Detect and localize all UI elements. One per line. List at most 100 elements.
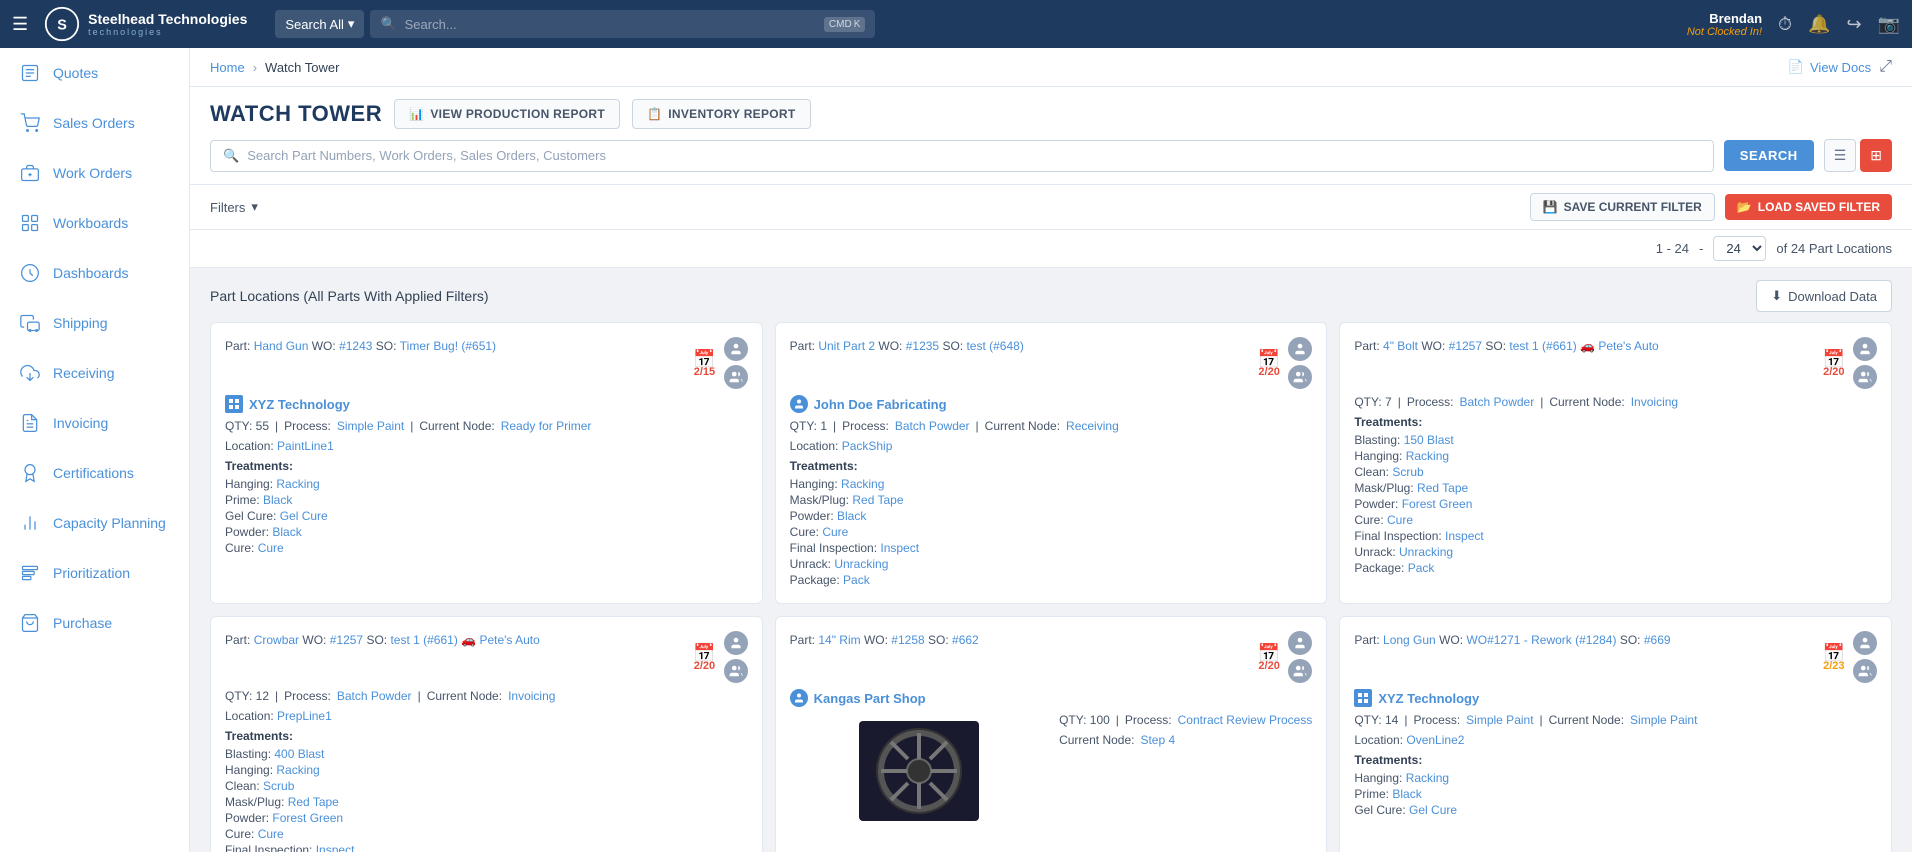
treatment-link[interactable]: Racking bbox=[841, 477, 884, 491]
treatment-link[interactable]: Racking bbox=[276, 477, 319, 491]
avatar-assign[interactable] bbox=[1853, 631, 1877, 655]
so-link[interactable]: test 1 (#661) bbox=[1509, 339, 1576, 353]
treatment-link[interactable]: 150 Blast bbox=[1404, 433, 1454, 447]
location-link[interactable]: PrepLine1 bbox=[277, 709, 332, 723]
inventory-report-button[interactable]: 📋 INVENTORY REPORT bbox=[632, 99, 811, 129]
treatment-link[interactable]: Cure bbox=[258, 827, 284, 841]
clock-icon[interactable]: ⏱ bbox=[1778, 14, 1792, 35]
node-link[interactable]: Step 4 bbox=[1140, 733, 1175, 747]
so-link[interactable]: Timer Bug! (#651) bbox=[400, 339, 496, 353]
treatment-link[interactable]: Unracking bbox=[834, 557, 888, 571]
node-link[interactable]: Ready for Primer bbox=[501, 419, 592, 433]
wo-link[interactable]: #1257 bbox=[330, 633, 363, 647]
wo-link[interactable]: #1258 bbox=[891, 633, 924, 647]
so-link[interactable]: #662 bbox=[952, 633, 979, 647]
part-name-link[interactable]: Unit Part 2 bbox=[818, 339, 875, 353]
breadcrumb-home[interactable]: Home bbox=[210, 60, 245, 75]
global-search-input[interactable] bbox=[405, 17, 816, 32]
treatment-link[interactable]: Forest Green bbox=[1402, 497, 1473, 511]
expand-button[interactable]: ⤢ bbox=[1879, 58, 1892, 76]
sidebar-item-sales-orders[interactable]: Sales Orders bbox=[0, 98, 189, 148]
treatment-link[interactable]: 400 Blast bbox=[274, 747, 324, 761]
avatar-group[interactable] bbox=[1288, 659, 1312, 683]
camera-icon[interactable]: 📷 bbox=[1878, 14, 1900, 35]
filters-button[interactable]: Filters ▾ bbox=[210, 199, 258, 215]
treatment-link[interactable]: Black bbox=[263, 493, 292, 507]
company-top-link[interactable]: Pete's Auto bbox=[1598, 339, 1658, 353]
treatment-link[interactable]: Red Tape bbox=[852, 493, 903, 507]
bell-icon[interactable]: 🔔 bbox=[1808, 14, 1830, 35]
node-link[interactable]: Receiving bbox=[1066, 419, 1119, 433]
treatment-link[interactable]: Black bbox=[1392, 787, 1421, 801]
treatment-link[interactable]: Inspect bbox=[316, 843, 355, 852]
treatment-link[interactable]: Gel Cure bbox=[280, 509, 328, 523]
sidebar-item-invoicing[interactable]: Invoicing bbox=[0, 398, 189, 448]
watch-tower-search-input[interactable] bbox=[247, 148, 1701, 163]
treatment-link[interactable]: Unracking bbox=[1399, 545, 1453, 559]
process-link[interactable]: Batch Powder bbox=[1460, 395, 1535, 409]
treatment-link[interactable]: Inspect bbox=[880, 541, 919, 555]
company-name-link[interactable]: John Doe Fabricating bbox=[814, 397, 947, 412]
sidebar-item-capacity-planning[interactable]: Capacity Planning bbox=[0, 498, 189, 548]
treatment-link[interactable]: Black bbox=[837, 509, 866, 523]
treatment-link[interactable]: Pack bbox=[1408, 561, 1435, 575]
sidebar-item-dashboards[interactable]: Dashboards bbox=[0, 248, 189, 298]
hamburger-menu[interactable]: ☰ bbox=[12, 14, 28, 35]
treatment-link[interactable]: Red Tape bbox=[1417, 481, 1468, 495]
part-name-link[interactable]: Hand Gun bbox=[254, 339, 309, 353]
treatment-link[interactable]: Forest Green bbox=[272, 811, 343, 825]
avatar-group[interactable] bbox=[724, 659, 748, 683]
wo-link[interactable]: #1243 bbox=[339, 339, 372, 353]
avatar-group[interactable] bbox=[724, 365, 748, 389]
avatar-group[interactable] bbox=[1853, 365, 1877, 389]
treatment-link[interactable]: Pack bbox=[843, 573, 870, 587]
so-link[interactable]: test (#648) bbox=[966, 339, 1023, 353]
so-link[interactable]: #669 bbox=[1644, 633, 1671, 647]
treatment-link[interactable]: Racking bbox=[276, 763, 319, 777]
treatment-link[interactable]: Scrub bbox=[263, 779, 294, 793]
logout-icon[interactable]: ↪ bbox=[1846, 14, 1861, 35]
treatment-link[interactable]: Scrub bbox=[1392, 465, 1423, 479]
avatar-assign[interactable] bbox=[724, 631, 748, 655]
location-link[interactable]: OvenLine2 bbox=[1406, 733, 1464, 747]
location-link[interactable]: PaintLine1 bbox=[277, 439, 334, 453]
treatment-link[interactable]: Racking bbox=[1406, 449, 1449, 463]
node-link[interactable]: Invoicing bbox=[1631, 395, 1678, 409]
download-data-button[interactable]: ⬇ Download Data bbox=[1756, 280, 1892, 312]
avatar-group[interactable] bbox=[1288, 365, 1312, 389]
sidebar-item-receiving[interactable]: Receiving bbox=[0, 348, 189, 398]
location-link[interactable]: PackShip bbox=[842, 439, 893, 453]
avatar-assign[interactable] bbox=[1288, 337, 1312, 361]
part-name-link[interactable]: Crowbar bbox=[254, 633, 299, 647]
avatar-assign[interactable] bbox=[1853, 337, 1877, 361]
treatment-link[interactable]: Black bbox=[272, 525, 301, 539]
treatment-link[interactable]: Inspect bbox=[1445, 529, 1484, 543]
company-name-link[interactable]: XYZ Technology bbox=[1378, 691, 1479, 706]
avatar-assign[interactable] bbox=[1288, 631, 1312, 655]
pagination-size-select[interactable]: 24 48 96 bbox=[1713, 236, 1766, 261]
node-link[interactable]: Invoicing bbox=[508, 689, 555, 703]
avatar-group[interactable] bbox=[1853, 659, 1877, 683]
so-link[interactable]: test 1 (#661) bbox=[390, 633, 457, 647]
company-name-link[interactable]: Kangas Part Shop bbox=[814, 691, 926, 706]
process-link[interactable]: Batch Powder bbox=[337, 689, 412, 703]
part-name-link[interactable]: 4" Bolt bbox=[1383, 339, 1418, 353]
save-filter-button[interactable]: 💾 SAVE CURRENT FILTER bbox=[1530, 193, 1715, 221]
process-link[interactable]: Batch Powder bbox=[895, 419, 970, 433]
sidebar-item-purchase[interactable]: Purchase bbox=[0, 598, 189, 648]
treatment-link[interactable]: Cure bbox=[1387, 513, 1413, 527]
sidebar-item-workboards[interactable]: Workboards bbox=[0, 198, 189, 248]
grid-view-button[interactable]: ⊞ bbox=[1860, 139, 1892, 172]
sidebar-item-quotes[interactable]: Quotes bbox=[0, 48, 189, 98]
sidebar-item-work-orders[interactable]: Work Orders bbox=[0, 148, 189, 198]
treatment-link[interactable]: Cure bbox=[258, 541, 284, 555]
sidebar-item-prioritization[interactable]: Prioritization bbox=[0, 548, 189, 598]
wo-link[interactable]: #1257 bbox=[1449, 339, 1482, 353]
process-link[interactable]: Contract Review Process bbox=[1178, 713, 1313, 727]
company-top-link[interactable]: Pete's Auto bbox=[479, 633, 539, 647]
avatar-assign[interactable] bbox=[724, 337, 748, 361]
sidebar-item-certifications[interactable]: Certifications bbox=[0, 448, 189, 498]
wo-link[interactable]: WO#1271 - Rework (#1284) bbox=[1466, 633, 1616, 647]
sidebar-item-shipping[interactable]: Shipping bbox=[0, 298, 189, 348]
part-name-link[interactable]: Long Gun bbox=[1383, 633, 1436, 647]
